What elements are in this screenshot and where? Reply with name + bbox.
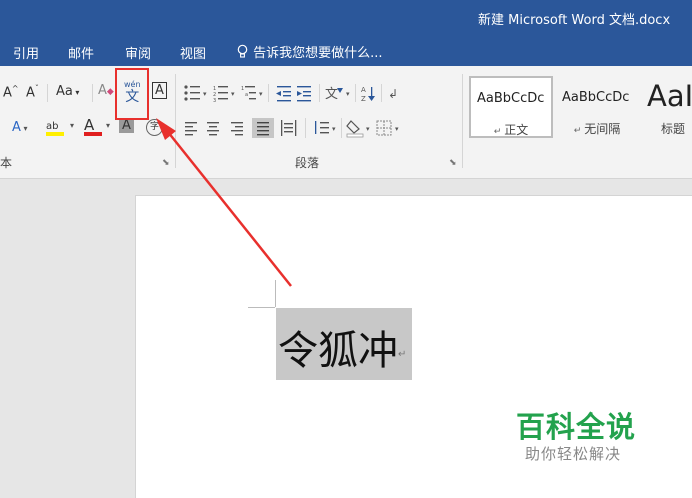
svg-text:Z: Z [361, 95, 366, 102]
increase-indent-icon [297, 86, 311, 102]
style-no-spacing[interactable]: AaBbCcDc ↵ 无间隔 [555, 76, 639, 138]
clear-formatting-button[interactable]: A◆ [98, 83, 114, 98]
style-heading-name: 标题 [661, 122, 686, 136]
style-normal[interactable]: AaBbCcDc ↵ 正文 [469, 76, 553, 138]
svg-text:1: 1 [241, 86, 244, 92]
margin-mark-horizontal [248, 307, 275, 308]
svg-text:▾: ▾ [346, 90, 350, 98]
phonetic-guide-highlight [115, 68, 149, 120]
selected-text[interactable]: 令狐冲 [276, 308, 412, 380]
multilevel-list-icon: 1a [241, 86, 256, 100]
bullets-icon [184, 85, 200, 101]
style-heading-sample: AaI [647, 79, 692, 113]
show-formatting-icon: ↲ [388, 87, 398, 101]
svg-text:文: 文 [325, 87, 338, 102]
character-shading-button[interactable]: A [119, 118, 134, 133]
watermark-subtitle: 助你轻松解决 [525, 445, 622, 463]
lightbulb-icon [237, 44, 248, 58]
chinese-layout-icon: 文 [325, 87, 343, 102]
svg-text:▾: ▾ [203, 90, 207, 98]
align-left-icon [185, 122, 197, 136]
svg-text:3: 3 [213, 98, 216, 102]
svg-text:▾: ▾ [395, 125, 399, 133]
distributed-icon [281, 120, 297, 136]
font-color-button[interactable]: A [84, 116, 102, 136]
paragraph-row2-icons: ▾ ▾ ▾ [185, 118, 399, 138]
document-title: 新建 Microsoft Word 文档.docx [478, 13, 671, 28]
ribbon-tab-bar: 引用 邮件 审阅 视图 告诉我您想要做什么... [0, 34, 692, 66]
font-color-dropdown[interactable]: ▾ [106, 121, 110, 130]
svg-text:a: a [245, 92, 248, 98]
watermark-title: 百科全说 [516, 410, 637, 444]
align-right-icon [231, 122, 243, 136]
style-no-spacing-sample: AaBbCcDc [562, 90, 630, 105]
tell-me-box[interactable]: 告诉我您想要做什么... [236, 42, 383, 61]
svg-text:▾: ▾ [366, 125, 370, 133]
font-dialog-launcher[interactable]: ⬊ [162, 158, 170, 168]
paragraph-row1-icons: ▾ 123 ▾ 1a ▾ 文 ▾ AZ ↲ [184, 84, 398, 102]
align-center-icon [207, 122, 219, 136]
tell-me-text: 告诉我您想要做什么... [253, 46, 383, 61]
paragraph-dialog-launcher[interactable]: ⬊ [449, 158, 457, 168]
text-highlight-button[interactable]: ab [46, 118, 64, 136]
svg-text:▾: ▾ [231, 90, 235, 98]
shading-icon [346, 120, 364, 138]
shrink-font-button[interactable]: Aˇ [26, 84, 39, 100]
numbering-icon: 123 [213, 86, 228, 102]
grow-font-button[interactable]: A^ [3, 84, 19, 100]
tab-mailings[interactable]: 邮件 [68, 43, 94, 62]
margin-mark-vertical [275, 280, 276, 307]
selected-text-content: 令狐冲 [278, 328, 398, 374]
change-case-button[interactable]: Aa ▾ [56, 84, 79, 99]
paragraph-group-label: 段落 [295, 156, 320, 170]
enclose-characters-button[interactable]: 字 [146, 119, 163, 136]
decrease-indent-icon [276, 86, 291, 102]
style-no-spacing-name: 无间隔 [584, 122, 621, 136]
svg-text:↲: ↲ [388, 87, 398, 101]
style-normal-name: 正文 [504, 123, 529, 137]
paragraph-mark: ↵ [398, 349, 407, 360]
title-bar: 新建 Microsoft Word 文档.docx [0, 0, 692, 34]
svg-text:▾: ▾ [332, 125, 336, 133]
character-border-button[interactable]: A [152, 82, 167, 99]
svg-text:A: A [361, 86, 366, 94]
sort-icon: AZ [361, 86, 375, 102]
tab-view[interactable]: 视图 [180, 43, 206, 62]
tab-references[interactable]: 引用 [13, 43, 39, 62]
style-normal-sample: AaBbCcDc [477, 91, 545, 106]
line-spacing-icon [315, 121, 329, 134]
borders-icon [376, 120, 392, 136]
tab-review[interactable]: 审阅 [125, 43, 151, 62]
highlight-dropdown[interactable]: ▾ [70, 121, 74, 130]
text-effects-button[interactable]: A ▾ [12, 120, 27, 135]
ribbon: A^ Aˇ Aa ▾ A◆ wén 文 A A ▾ ab ▾ A ▾ A 字 ▾… [0, 66, 692, 179]
style-heading[interactable]: AaI 标题 [641, 76, 692, 138]
svg-text:▾: ▾ [259, 90, 263, 98]
font-group-label: 本 [0, 156, 13, 170]
